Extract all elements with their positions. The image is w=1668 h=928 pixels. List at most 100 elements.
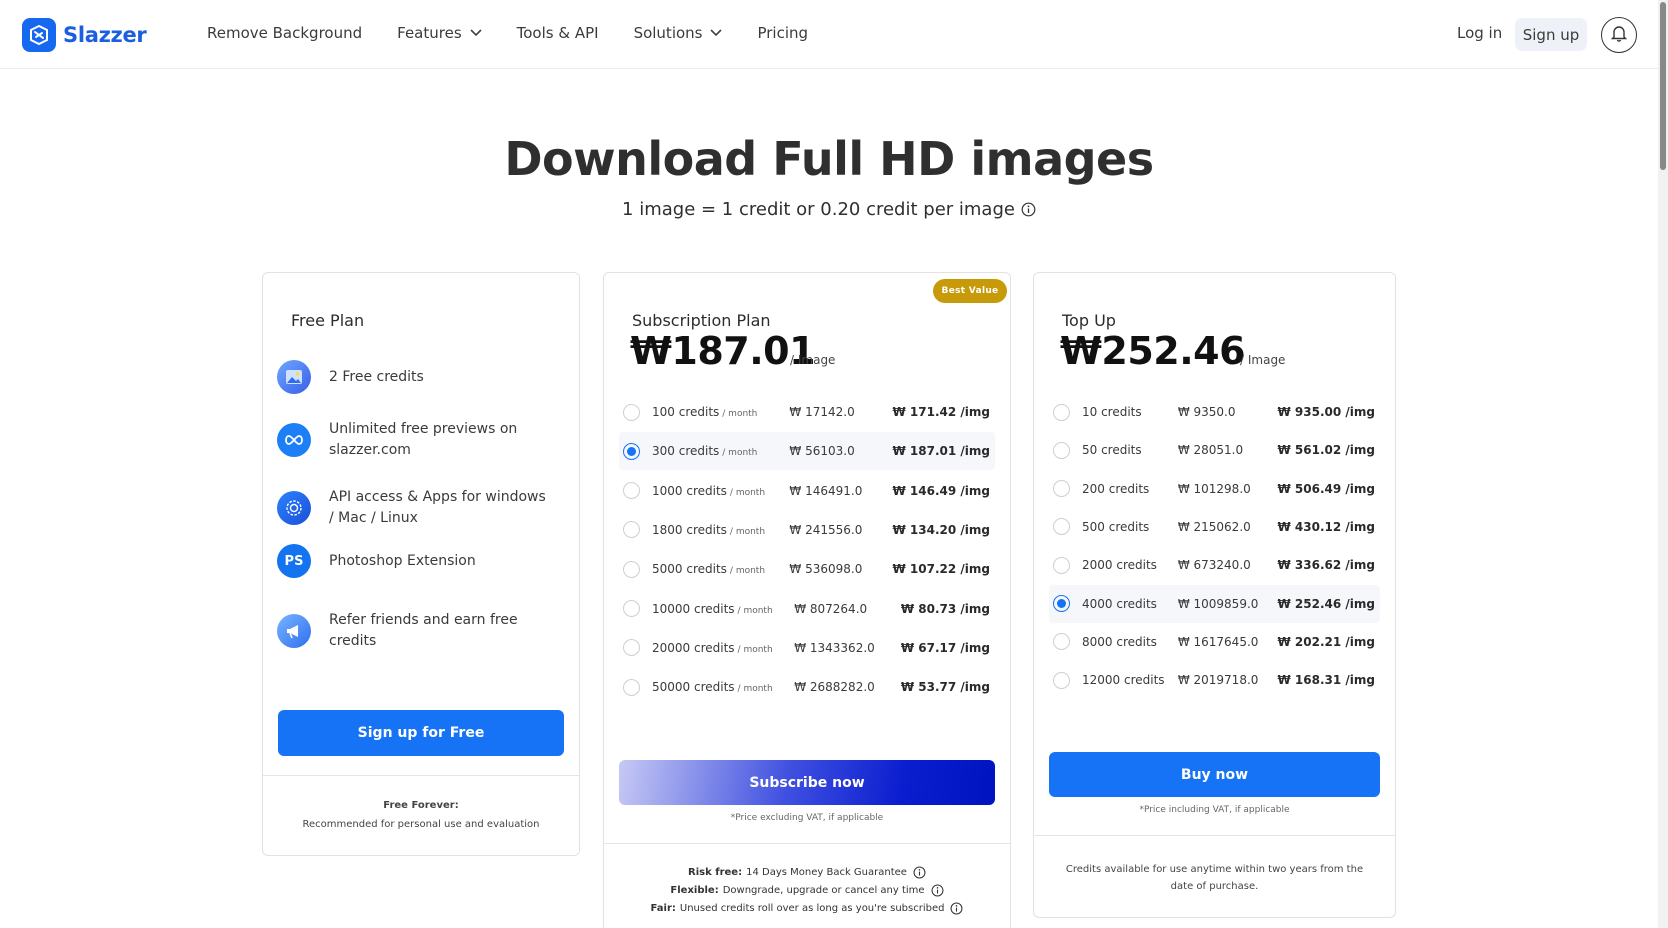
free-plan-card: Free Plan 2 Free credits Unlimited free … <box>262 272 580 856</box>
radio-button[interactable] <box>623 442 640 460</box>
nav-features[interactable]: Features <box>397 24 482 42</box>
info-icon[interactable] <box>931 884 944 897</box>
pricing-option-row[interactable]: 1800 credits / month ₩ 241556.0 ₩ 134.20 /i… <box>619 511 995 549</box>
nav-solutions[interactable]: Solutions <box>634 24 723 42</box>
credits-cell: 1000 credits / month <box>652 484 789 498</box>
radio-button[interactable] <box>623 639 640 657</box>
plan-name: Subscription Plan <box>632 311 771 330</box>
sign-up-free-button[interactable]: Sign up for Free <box>278 710 564 756</box>
radio-button[interactable] <box>623 678 640 696</box>
radio-button[interactable] <box>623 560 640 578</box>
pricing-option-row[interactable]: 50 credits ₩ 28051.0 ₩ 561.02 /img <box>1049 431 1380 469</box>
billing-unit: / month <box>737 644 773 655</box>
radio-button[interactable] <box>1053 595 1070 612</box>
credits-label: 1800 credits <box>652 522 727 537</box>
billing-unit: / month <box>729 487 766 498</box>
top-navbar: Slazzer Remove Background Features Tools… <box>0 0 1658 69</box>
notifications-button[interactable] <box>1601 17 1637 53</box>
credits-cell: 50 credits <box>1082 443 1178 457</box>
page-scrollbar[interactable] <box>1658 0 1668 928</box>
nav-label: Solutions <box>633 24 703 42</box>
nav-tools-api[interactable]: Tools & API <box>517 24 599 42</box>
total-price: ₩ 2688282.0 <box>794 680 875 695</box>
total-price: ₩ 146491.0 <box>789 483 863 498</box>
pricing-option-row[interactable]: 10 credits ₩ 9350.0 ₩ 935.00 /img <box>1049 393 1380 431</box>
info-icon[interactable] <box>950 902 963 915</box>
total-price: ₩ 28051.0 <box>1177 443 1244 458</box>
radio-button[interactable] <box>623 403 640 421</box>
pricing-option-row[interactable]: 300 credits / month ₩ 56103.0 ₩ 187.01 /img <box>619 432 995 471</box>
image-icon <box>277 360 311 394</box>
per-image-label: / Image <box>790 353 836 367</box>
nav-label: Remove Background <box>207 24 363 42</box>
radio-button[interactable] <box>1053 480 1070 498</box>
megaphone-icon <box>277 614 311 648</box>
pricing-option-row[interactable]: 1000 credits / month ₩ 146491.0 ₩ 146.49 /i… <box>619 472 995 510</box>
feature-item: Refer friends and earn free credits <box>277 610 549 652</box>
free-plan-footer: Free Forever: Recommended for personal u… <box>263 796 579 834</box>
login-link[interactable]: Log in <box>1457 24 1502 42</box>
pricing-option-row[interactable]: 200 credits ₩ 101298.0 ₩ 506.49 /img <box>1049 470 1380 508</box>
pricing-option-row[interactable]: 5000 credits / month ₩ 536098.0 ₩ 107.22 /i… <box>619 550 995 588</box>
feature-text: API access & Apps for windows / Mac / Li… <box>329 489 546 526</box>
credits-cell: 200 credits <box>1082 482 1178 496</box>
credits-label: 50 credits <box>1082 443 1142 458</box>
pricing-option-row[interactable]: 4000 credits ₩ 1009859.0 ₩ 252.46 /img <box>1049 584 1380 623</box>
price-per-image: ₩ 171.42 /img <box>892 405 991 419</box>
term-label: Fair: <box>650 903 676 914</box>
credits-label: 10 credits <box>1082 405 1142 419</box>
credits-cell: 300 credits / month <box>652 444 789 458</box>
terms-fair: Fair: Unused credits roll over as long a… <box>604 902 1010 915</box>
total-price: ₩ 215062.0 <box>1177 519 1251 534</box>
nav-remove-background[interactable]: Remove Background <box>207 24 362 42</box>
radio-button[interactable] <box>623 600 640 617</box>
credits-cell: 500 credits <box>1082 520 1178 534</box>
nav-label: Pricing <box>757 24 809 42</box>
radio-button[interactable] <box>1053 556 1070 574</box>
buy-now-button[interactable]: Buy now <box>1049 752 1380 797</box>
photoshop-glyph: PS <box>284 553 304 569</box>
nav-label: Features <box>397 24 462 42</box>
pricing-option-row[interactable]: 10000 credits / month ₩ 807264.0 ₩ 80.73 /i… <box>619 590 995 628</box>
slazzer-logo[interactable]: Slazzer <box>22 18 147 52</box>
price-per-image: ₩ 134.20 /img <box>892 522 991 537</box>
price-per-image: ₩ 53.77 /img <box>900 680 990 695</box>
price-per-image: ₩ 187.01 /img <box>892 444 991 459</box>
radio-button[interactable] <box>1053 403 1070 421</box>
nav-pricing[interactable]: Pricing <box>757 24 808 42</box>
pricing-option-row[interactable]: 12000 credits ₩ 2019718.0 ₩ 168.31 /img <box>1049 661 1380 699</box>
pricing-option-row[interactable]: 50000 credits / month ₩ 2688282.0 ₩ 53.77 /… <box>619 668 995 706</box>
info-icon[interactable] <box>913 866 926 879</box>
feature-text: Photoshop Extension <box>329 552 476 569</box>
radio-button[interactable] <box>1053 633 1070 651</box>
price-per-image: ₩ 80.73 /img <box>900 601 990 616</box>
credits-label: 5000 credits <box>652 562 727 577</box>
radio-button[interactable] <box>1053 518 1070 536</box>
pricing-option-row[interactable]: 8000 credits ₩ 1617645.0 ₩ 202.21 /img <box>1049 623 1380 661</box>
scrollbar-thumb[interactable] <box>1660 2 1666 170</box>
signup-button[interactable]: Sign up <box>1515 18 1587 51</box>
billing-unit: / month <box>729 526 766 537</box>
feature-item: API access & Apps for windows / Mac / Li… <box>277 487 549 529</box>
radio-button[interactable] <box>1053 441 1070 459</box>
credits-label: 100 credits <box>652 405 720 419</box>
total-price: ₩ 241556.0 <box>789 522 863 537</box>
subscribe-now-button[interactable]: Subscribe now <box>619 760 995 805</box>
pricing-option-row[interactable]: 500 credits ₩ 215062.0 ₩ 430.12 /img <box>1049 508 1380 546</box>
radio-button[interactable] <box>1053 671 1070 689</box>
credits-cell: 12000 credits <box>1082 673 1178 687</box>
total-price: ₩ 673240.0 <box>1177 558 1251 573</box>
radio-button[interactable] <box>623 482 640 500</box>
credits-cell: 10000 credits / month <box>652 602 794 616</box>
pricing-option-row[interactable]: 100 credits / month ₩ 17142.0 ₩ 171.42 /img <box>619 393 995 431</box>
radio-button[interactable] <box>623 521 640 539</box>
info-icon[interactable] <box>1021 202 1036 217</box>
vat-note: *Price excluding VAT, if applicable <box>730 813 884 823</box>
credits-cell: 5000 credits / month <box>652 562 789 576</box>
pricing-option-row[interactable]: 2000 credits ₩ 673240.0 ₩ 336.62 /img <box>1049 546 1380 584</box>
divider <box>604 843 1010 844</box>
page-title: Download Full HD images <box>504 132 1154 186</box>
total-price: ₩ 1617645.0 <box>1177 634 1259 649</box>
credits-label: 10000 credits <box>652 601 735 616</box>
pricing-option-row[interactable]: 20000 credits / month ₩ 1343362.0 ₩ 67.17 /… <box>619 629 995 667</box>
